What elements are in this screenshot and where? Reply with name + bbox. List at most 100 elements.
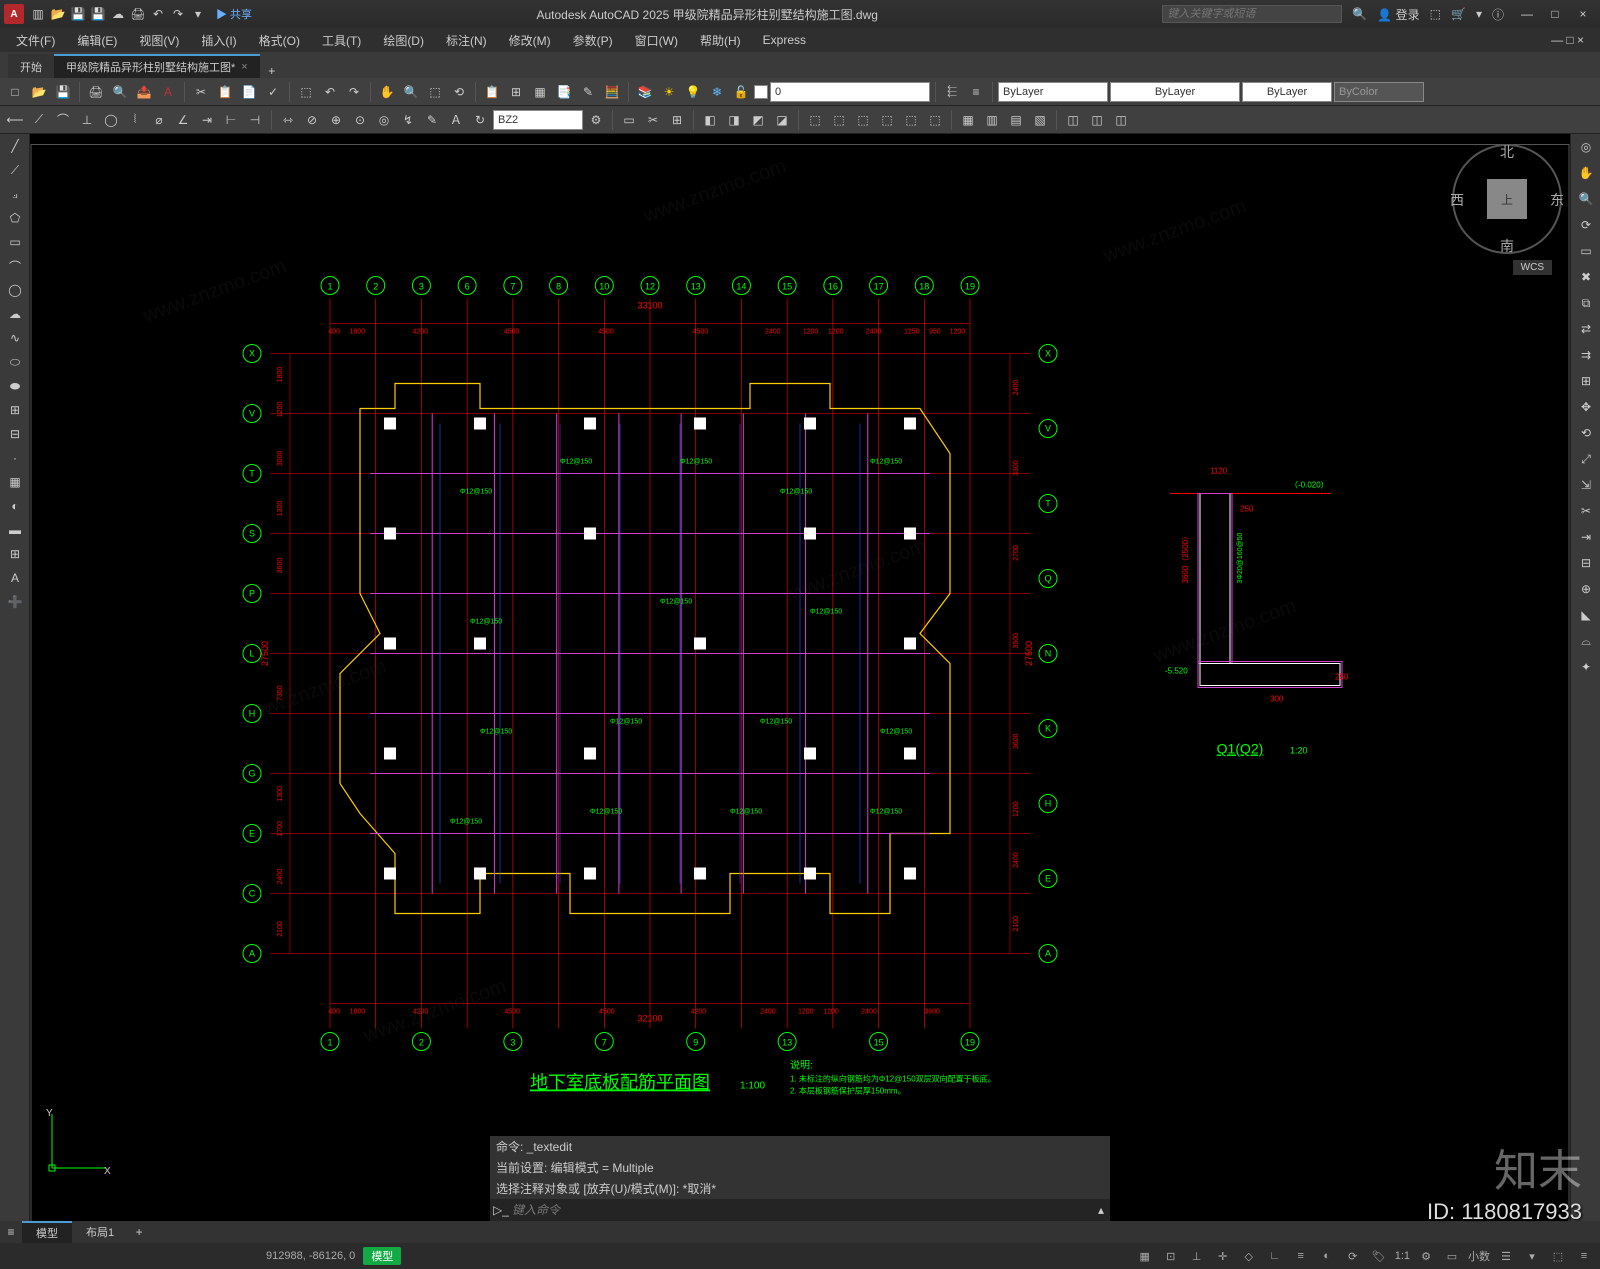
autodesk-app-icon[interactable]: ⬚ (1430, 7, 1441, 21)
extend-icon[interactable]: ⇥ (1571, 524, 1600, 550)
view3-icon[interactable]: ▤ (1005, 109, 1027, 131)
copy2-icon[interactable]: ⧉ (1571, 290, 1600, 316)
design-center-icon[interactable]: ⊞ (505, 81, 527, 103)
hatch-icon[interactable]: ▦ (0, 470, 30, 494)
nav-wheel-icon[interactable]: ◎ (1571, 134, 1600, 160)
dim-space-icon[interactable]: ⇿ (277, 109, 299, 131)
units-readout[interactable]: 小数 (1468, 1248, 1490, 1264)
viewcube-north[interactable]: 北 (1500, 142, 1514, 162)
ref-clip-icon[interactable]: ✂ (642, 109, 664, 131)
wcs-label[interactable]: WCS (1513, 260, 1552, 275)
qat-dropdown-icon[interactable]: ▾ (190, 6, 206, 22)
zoom-prev-icon[interactable]: ⟲ (448, 81, 470, 103)
scale-icon[interactable]: ⤢ (1571, 446, 1600, 472)
join-icon[interactable]: ⊕ (1571, 576, 1600, 602)
addsel-icon[interactable]: ➕ (0, 590, 30, 614)
share-button[interactable]: ▶ 共享 (216, 6, 252, 22)
undo2-icon[interactable]: ↶ (319, 81, 341, 103)
qp-icon[interactable]: ☰ (1496, 1246, 1516, 1266)
menu-insert[interactable]: 插入(I) (191, 29, 246, 52)
sheet-icon[interactable]: 📑 (553, 81, 575, 103)
dim-jogline-icon[interactable]: ↯ (397, 109, 419, 131)
dim-style-icon[interactable]: ⚙ (585, 109, 607, 131)
tab-model[interactable]: 模型 (22, 1221, 72, 1243)
tab-close-icon[interactable]: × (241, 61, 247, 73)
layer-manage-icon[interactable]: 📚 (634, 81, 656, 103)
region-icon[interactable]: ▬ (0, 518, 30, 542)
point-icon[interactable]: · (0, 446, 30, 470)
erase-icon[interactable]: ✖ (1571, 264, 1600, 290)
ellipse-arc-icon[interactable]: ⬬ (0, 374, 30, 398)
menu-format[interactable]: 格式(O) (249, 29, 310, 52)
center-mark-icon[interactable]: ⊙ (349, 109, 371, 131)
plotstyle-dropdown[interactable] (1334, 82, 1424, 102)
menu-draw[interactable]: 绘图(D) (373, 29, 434, 52)
ucs5-icon[interactable]: ⬚ (900, 109, 922, 131)
break-icon[interactable]: ⊟ (1571, 550, 1600, 576)
cycling-icon[interactable]: ⟳ (1343, 1246, 1363, 1266)
block-icon[interactable]: ⬚ (295, 81, 317, 103)
save-icon[interactable]: 💾 (52, 81, 74, 103)
lwt-icon[interactable]: ≡ (1291, 1246, 1311, 1266)
tab-add-button[interactable]: + (260, 64, 284, 78)
ref-manage-icon[interactable]: ⊞ (666, 109, 688, 131)
calc-icon[interactable]: 🧮 (601, 81, 623, 103)
qat-plot-icon[interactable]: 🖨 (130, 6, 146, 22)
view4-icon[interactable]: ▧ (1029, 109, 1051, 131)
dim-linear-icon[interactable]: ⟵ (4, 109, 26, 131)
tab-layout1[interactable]: 布局1 (72, 1221, 128, 1243)
ucs1-icon[interactable]: ⬚ (804, 109, 826, 131)
new-icon[interactable]: □ (4, 81, 26, 103)
dim-radius-icon[interactable]: ◯ (100, 109, 122, 131)
dim-quick-icon[interactable]: ⇥ (196, 109, 218, 131)
help-dropdown-icon[interactable]: ▾ (1476, 7, 1482, 21)
markup-icon[interactable]: ✎ (577, 81, 599, 103)
zoom-win-icon[interactable]: ⬚ (424, 81, 446, 103)
snap-icon[interactable]: ⊡ (1161, 1246, 1181, 1266)
ucs2-icon[interactable]: ⬚ (828, 109, 850, 131)
properties-icon[interactable]: 📋 (481, 81, 503, 103)
dim-angular-icon[interactable]: ∠ (172, 109, 194, 131)
dim-continue-icon[interactable]: ⊣ (244, 109, 266, 131)
rect-icon[interactable]: ▭ (0, 230, 30, 254)
dim-break-icon[interactable]: ⊘ (301, 109, 323, 131)
grid-icon[interactable]: ▦ (1135, 1246, 1155, 1266)
match-icon[interactable]: ✓ (262, 81, 284, 103)
dim-diameter-icon[interactable]: ⌀ (148, 109, 170, 131)
render2-icon[interactable]: ◨ (723, 109, 745, 131)
viewcube-top[interactable]: 上 (1487, 179, 1527, 219)
menu-param[interactable]: 参数(P) (563, 29, 623, 52)
qat-saveas-icon[interactable]: 💾 (90, 6, 106, 22)
dim-update-icon[interactable]: ↻ (469, 109, 491, 131)
render1-icon[interactable]: ◧ (699, 109, 721, 131)
render4-icon[interactable]: ◪ (771, 109, 793, 131)
xline-icon[interactable]: ⟋ (0, 158, 30, 182)
lineweight-dropdown[interactable] (1242, 82, 1332, 102)
nav-zoom-icon[interactable]: 🔍 (1571, 186, 1600, 212)
qat-save-icon[interactable]: 💾 (70, 6, 86, 22)
publish-icon[interactable]: 📤 (133, 81, 155, 103)
make-block-icon[interactable]: ⊟ (0, 422, 30, 446)
table-icon[interactable]: ⊞ (0, 542, 30, 566)
open-icon[interactable]: 📂 (28, 81, 50, 103)
menu-tools[interactable]: 工具(T) (312, 29, 371, 52)
app-logo[interactable]: A (4, 4, 24, 24)
ws1-icon[interactable]: ◫ (1062, 109, 1084, 131)
menu-view[interactable]: 视图(V) (129, 29, 189, 52)
custom-icon[interactable]: ≡ (1574, 1246, 1594, 1266)
help-search-input[interactable] (1162, 5, 1342, 23)
dim-edit-icon[interactable]: ✎ (421, 109, 443, 131)
spline-icon[interactable]: ∿ (0, 326, 30, 350)
visual-icon[interactable]: ▭ (1442, 1246, 1462, 1266)
dim-aligned-icon[interactable]: ⟋ (28, 109, 50, 131)
offset-icon[interactable]: ⇉ (1571, 342, 1600, 368)
lock-icon[interactable]: 🔓 (730, 81, 752, 103)
ws3-icon[interactable]: ◫ (1110, 109, 1132, 131)
redo2-icon[interactable]: ↷ (343, 81, 365, 103)
layer-color-swatch[interactable] (754, 85, 768, 99)
trim-icon[interactable]: ✂ (1571, 498, 1600, 524)
viewcube-east[interactable]: 东 (1550, 190, 1564, 210)
maximize-button[interactable]: □ (1542, 4, 1568, 24)
tab-drawing[interactable]: 甲级院精品异形柱别墅结构施工图*× (54, 54, 260, 78)
freeze-icon[interactable]: ❄ (706, 81, 728, 103)
